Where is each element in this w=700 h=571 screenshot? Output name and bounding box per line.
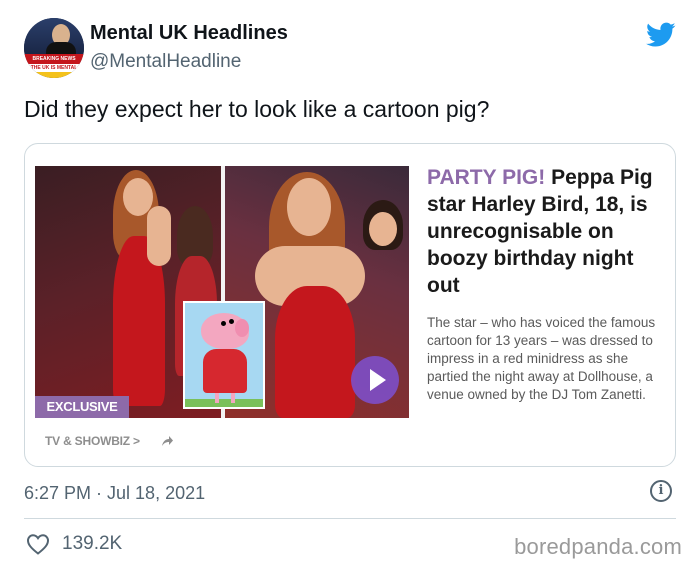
background-person-face <box>369 212 397 246</box>
pig-snout <box>235 319 249 337</box>
figure-head <box>287 178 331 236</box>
figure-arm <box>147 206 171 266</box>
tweet-header: BREAKING NEWS THE UK IS MENTAL Mental UK… <box>24 16 684 80</box>
article-section-row: TV & SHOWBIZ > <box>45 432 174 450</box>
pig-eye <box>229 319 234 324</box>
tweet-timestamp[interactable]: 6:27 PM · Jul 18, 2021 <box>24 483 205 504</box>
embedded-article-card[interactable]: EXCLUSIVE TV & SHOWBIZ > PARTY PIG! Pepp… <box>24 143 676 467</box>
heart-icon[interactable] <box>26 533 50 555</box>
pig-leg <box>231 393 235 403</box>
watermark: boredpanda.com <box>514 534 682 559</box>
info-icon[interactable]: i <box>650 480 672 502</box>
avatar-banner-strip <box>24 72 84 78</box>
share-icon[interactable] <box>160 434 174 448</box>
avatar-banner-main: THE UK IS MENTAL <box>24 64 84 72</box>
divider <box>24 518 676 519</box>
pig-head <box>201 313 249 349</box>
pig-leg <box>215 393 219 403</box>
pig-grass <box>185 399 263 407</box>
author-handle[interactable]: @MentalHeadline <box>90 51 241 73</box>
twitter-bird-icon[interactable] <box>646 22 676 48</box>
article-headline[interactable]: PARTY PIG! Peppa Pig star Harley Bird, 1… <box>427 164 667 299</box>
pig-dress <box>203 349 247 393</box>
article-image[interactable] <box>35 166 409 418</box>
headline-kicker: PARTY PIG! <box>427 166 546 189</box>
avatar-banner-top: BREAKING NEWS <box>24 54 84 64</box>
like-count: 139.2K <box>62 533 123 554</box>
play-icon <box>370 369 386 391</box>
peppa-pig-inset <box>183 301 265 409</box>
exclusive-badge: EXCLUSIVE <box>35 396 129 418</box>
tweet-text: Did they expect her to look like a carto… <box>24 96 490 122</box>
author-display-name[interactable]: Mental UK Headlines <box>90 22 288 45</box>
avatar[interactable]: BREAKING NEWS THE UK IS MENTAL <box>24 18 84 78</box>
pig-eye <box>221 321 226 326</box>
article-summary: The star – who has voiced the famous car… <box>427 315 656 402</box>
section-link[interactable]: TV & SHOWBIZ > <box>45 434 140 448</box>
figure-red-dress <box>275 286 355 418</box>
